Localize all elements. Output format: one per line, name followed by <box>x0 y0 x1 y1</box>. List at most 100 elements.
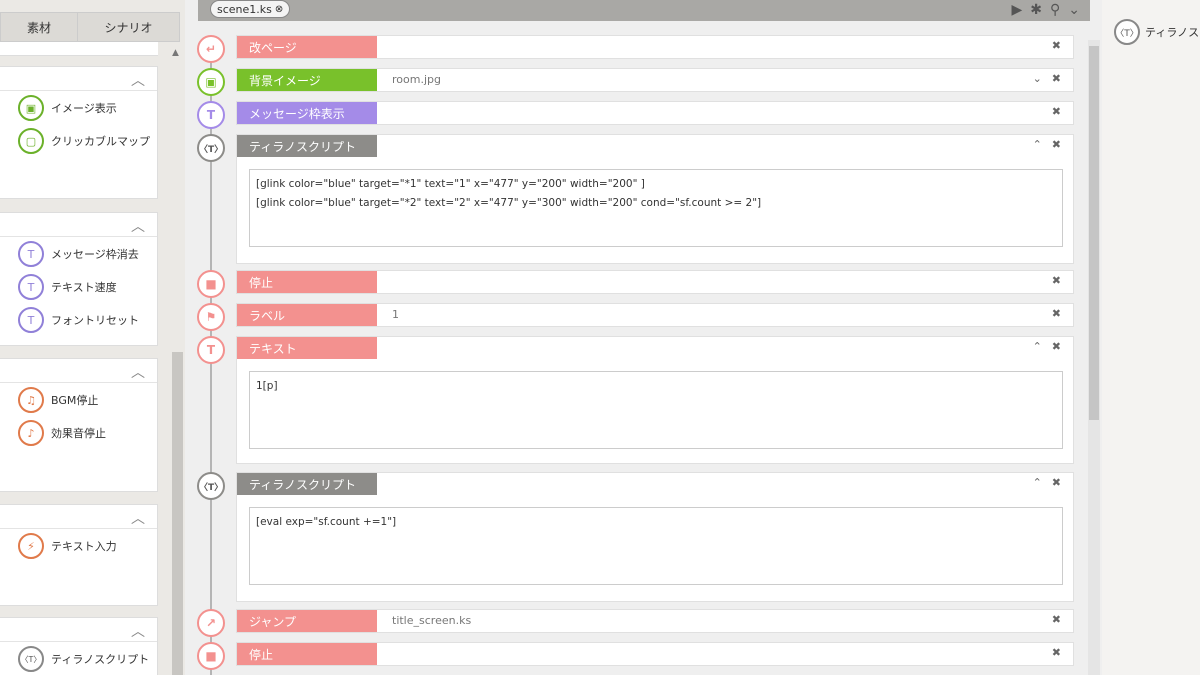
collapse-caret-icon[interactable]: ︿ <box>131 362 145 382</box>
collapse-icon[interactable]: ⌃ <box>1033 476 1042 489</box>
tag-item-message-erase[interactable]: T メッセージ枠消去 <box>18 241 139 267</box>
text-textarea[interactable]: 1[p] <box>249 371 1063 449</box>
group-header[interactable]: ︿ <box>0 359 157 383</box>
group-header[interactable]: ︿ <box>0 505 157 529</box>
se-stop-icon: ♪ <box>18 420 44 446</box>
tag-value[interactable]: title_screen.ks <box>392 614 471 627</box>
collapse-caret-icon[interactable]: ︿ <box>131 621 145 641</box>
delete-icon[interactable]: ✖ <box>1052 307 1061 320</box>
bgm-stop-icon: ♫ <box>18 387 44 413</box>
collapse-caret-icon[interactable]: ︿ <box>131 216 145 236</box>
search-icon[interactable]: ⚲ <box>1050 2 1060 18</box>
tag-item-label: テキスト入力 <box>51 540 117 553</box>
tag-row-background[interactable]: 背景イメージ room.jpg ⌄ ✖ <box>236 68 1074 92</box>
play-icon[interactable]: ▶ <box>1011 2 1022 18</box>
tag-label: テキスト <box>237 337 377 359</box>
panel-strip <box>0 42 158 56</box>
tag-item-font-reset[interactable]: T フォントリセット <box>18 307 139 333</box>
tyrano-icon: 〈T〉 <box>197 134 225 162</box>
flag-icon: ⚑ <box>197 303 225 331</box>
tag-label: 停止 <box>237 271 377 293</box>
tag-item-label: ティラノスクリプト <box>51 653 150 666</box>
collapse-caret-icon[interactable]: ︿ <box>131 508 145 528</box>
delete-icon[interactable]: ✖ <box>1052 105 1061 118</box>
group-header[interactable]: ︿ <box>0 213 157 237</box>
tag-row-label[interactable]: ラベル 1 ✖ <box>236 303 1074 327</box>
delete-icon[interactable]: ✖ <box>1052 340 1061 353</box>
text-erase-icon: T <box>18 241 44 267</box>
tyrano-icon: 〈T〉 <box>197 472 225 500</box>
right-tag-label: ティラノスクリプト <box>1145 26 1200 39</box>
tag-label: ティラノスクリプト <box>237 473 377 495</box>
tab-assets[interactable]: 素材 <box>0 12 78 42</box>
stop-icon: ■ <box>197 642 225 670</box>
frame-icon: ▢ <box>18 128 44 154</box>
group-header[interactable]: ︿ <box>0 618 157 642</box>
tag-item-clickable-map[interactable]: ▢ クリッカブルマップ <box>18 128 150 154</box>
file-tab-label: scene1.ks <box>217 2 272 16</box>
tag-label: ラベル <box>237 304 377 326</box>
tag-item-label: クリッカブルマップ <box>51 135 150 148</box>
file-tab[interactable]: scene1.ks ⊗ <box>210 0 291 18</box>
tag-item-label: BGM停止 <box>51 394 99 407</box>
dropdown-icon[interactable]: ⌄ <box>1033 72 1042 85</box>
tag-item-text-speed[interactable]: T テキスト速度 <box>18 274 117 300</box>
tag-item-tyrano-script[interactable]: 〈T〉 ティラノスクリプト <box>18 646 149 672</box>
tag-row-page-break[interactable]: 改ページ ✖ <box>236 35 1074 59</box>
page-break-icon: ↵ <box>197 35 225 63</box>
tag-label: 改ページ <box>237 36 377 58</box>
editor-scrollbar-thumb[interactable] <box>1089 46 1099 420</box>
background-image-icon: ▣ <box>197 68 225 96</box>
delete-icon[interactable]: ✖ <box>1052 613 1061 626</box>
left-tabbar: 素材 シナリオ <box>0 12 180 42</box>
tag-item-bgm-stop[interactable]: ♫ BGM停止 <box>18 387 98 413</box>
close-tab-icon[interactable]: ⊗ <box>275 4 283 15</box>
chevron-down-icon[interactable]: ⌄ <box>1068 2 1080 18</box>
bug-icon[interactable]: ✱ <box>1030 2 1042 18</box>
tag-row-tyrano-script[interactable]: ティラノスクリプト ⌃ ✖ [glink color="blue" target=… <box>236 134 1074 264</box>
delete-icon[interactable]: ✖ <box>1052 138 1061 151</box>
tag-label: 停止 <box>237 643 377 665</box>
tag-row-stop[interactable]: 停止 ✖ <box>236 642 1074 666</box>
delete-icon[interactable]: ✖ <box>1052 72 1061 85</box>
message-window-icon: T <box>197 101 225 129</box>
left-scrollbar-thumb[interactable] <box>172 352 183 675</box>
lightning-icon: ⚡ <box>18 533 44 559</box>
left-panel: 素材 シナリオ ▲ ︿ ▣ イメージ表示 ▢ クリッカブルマップ ︿ T メッセ… <box>0 0 185 675</box>
group-header[interactable]: ︿ <box>0 67 157 91</box>
tyrano-icon: 〈T〉 <box>18 646 44 672</box>
tag-item-image-show[interactable]: ▣ イメージ表示 <box>18 95 117 121</box>
editor-toolbar <box>198 0 1090 21</box>
image-icon: ▣ <box>18 95 44 121</box>
stop-icon: ■ <box>197 270 225 298</box>
tyrano-icon: 〈T〉 <box>1114 19 1140 45</box>
script-textarea[interactable]: [glink color="blue" target="*1" text="1"… <box>249 169 1063 247</box>
right-tag-item[interactable]: 〈T〉 ティラノスクリプト <box>1114 19 1200 45</box>
tag-row-text[interactable]: テキスト ⌃ ✖ 1[p] <box>236 336 1074 464</box>
script-textarea[interactable]: [eval exp="sf.count +=1"] <box>249 507 1063 585</box>
tag-row-tyrano-script[interactable]: ティラノスクリプト ⌃ ✖ [eval exp="sf.count +=1"] <box>236 472 1074 602</box>
tag-row-jump[interactable]: ジャンプ title_screen.ks ✖ <box>236 609 1074 633</box>
tag-item-label: テキスト速度 <box>51 281 117 294</box>
tag-row-message-show[interactable]: メッセージ枠表示 ✖ <box>236 101 1074 125</box>
collapse-caret-icon[interactable]: ︿ <box>131 70 145 90</box>
delete-icon[interactable]: ✖ <box>1052 476 1061 489</box>
delete-icon[interactable]: ✖ <box>1052 274 1061 287</box>
tag-label: ジャンプ <box>237 610 377 632</box>
toolbar-icons: ▶ ✱ ⚲ ⌄ <box>1011 0 1080 20</box>
collapse-icon[interactable]: ⌃ <box>1033 340 1042 353</box>
tag-item-label: フォントリセット <box>51 314 139 327</box>
tag-value[interactable]: room.jpg <box>392 73 441 86</box>
delete-icon[interactable]: ✖ <box>1052 39 1061 52</box>
tag-item-se-stop[interactable]: ♪ 効果音停止 <box>18 420 106 446</box>
jump-icon: ↗ <box>197 609 225 637</box>
collapse-icon[interactable]: ⌃ <box>1033 138 1042 151</box>
tag-label: ティラノスクリプト <box>237 135 377 157</box>
tag-row-stop[interactable]: 停止 ✖ <box>236 270 1074 294</box>
tag-label: メッセージ枠表示 <box>237 102 377 124</box>
tag-item-label: イメージ表示 <box>51 102 117 115</box>
tag-item-text-input[interactable]: ⚡ テキスト入力 <box>18 533 117 559</box>
tab-scenario[interactable]: シナリオ <box>78 12 180 42</box>
tag-value[interactable]: 1 <box>392 308 399 321</box>
delete-icon[interactable]: ✖ <box>1052 646 1061 659</box>
